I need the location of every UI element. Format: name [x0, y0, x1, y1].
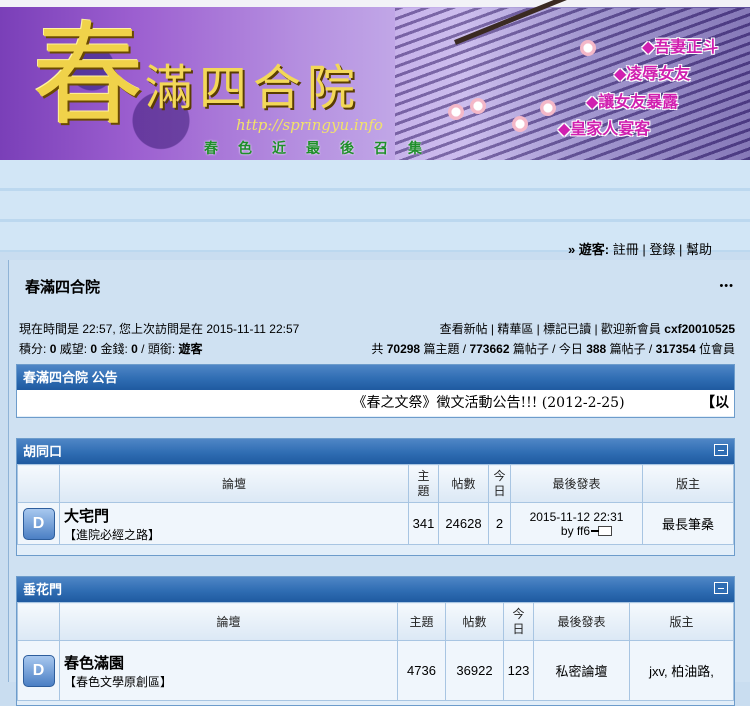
- banner-top-strip: [0, 0, 750, 7]
- forum-status-icon: D: [22, 507, 55, 540]
- main-content: 春滿四合院 ••• 現在時間是 22:57, 您上次訪問是在 2015-11-1…: [8, 260, 750, 706]
- section-header: 垂花門: [17, 577, 734, 602]
- announcement-header: 春滿四合院 公告: [17, 365, 734, 390]
- register-link[interactable]: 註冊: [613, 242, 639, 257]
- help-link[interactable]: 幫助: [686, 242, 712, 257]
- today-count: 388: [586, 342, 607, 356]
- column-mod: 版主: [642, 464, 734, 503]
- quick-links[interactable]: 查看新帖 | 精華區 | 標記已讀 | 歡迎新會員: [440, 322, 661, 336]
- announcement-next[interactable]: 【以: [701, 395, 729, 411]
- section-title[interactable]: 胡同口: [23, 444, 62, 459]
- icon-column-header: [17, 602, 60, 641]
- forum-section: 垂花門 論壇 主題 帖數 今日 最後發表 版主 D 春色滿園 【春色文學原創區】…: [16, 576, 735, 706]
- column-forum: 論壇: [59, 602, 398, 641]
- banner-link[interactable]: ◆吾妻正斗: [642, 33, 718, 57]
- column-topics: 主題: [408, 464, 439, 503]
- today-cell: 2: [488, 502, 511, 545]
- menu-dots-icon[interactable]: •••: [719, 280, 734, 292]
- goto-last-post-icon[interactable]: [591, 526, 613, 537]
- stats-prefix: 共: [371, 342, 384, 356]
- guest-label: » 遊客:: [567, 242, 610, 257]
- column-posts: 帖數: [445, 602, 504, 641]
- table-row: D 大宅門 【進院必經之路】 341 24628 2 2015-11-12 22…: [17, 502, 734, 545]
- threads-count: 70298: [386, 342, 421, 356]
- collapse-icon[interactable]: [714, 444, 728, 456]
- section-header: 胡同口: [17, 439, 734, 464]
- money-value: 0: [131, 342, 138, 356]
- page-title[interactable]: 春滿四合院: [25, 276, 100, 297]
- forum-desc: 【春色文學原創區】: [64, 674, 173, 689]
- collapse-icon[interactable]: [714, 582, 728, 594]
- rank-value: 遊客: [178, 342, 203, 356]
- banner-title-char: 春: [32, 11, 144, 141]
- announcement-date: (2012-2-25): [541, 395, 625, 411]
- points-value: 0: [49, 342, 57, 356]
- column-mod: 版主: [629, 602, 734, 641]
- banner-link[interactable]: ◆讓女友暴露: [586, 88, 678, 112]
- banner-title: 滿四合院: [145, 60, 362, 116]
- today-label: 篇帖子 /: [609, 342, 653, 356]
- last-post-author[interactable]: by ff6: [561, 524, 590, 538]
- banner-url: http://springyu.info: [236, 116, 383, 134]
- banner-link[interactable]: ◆凌辱女友: [614, 60, 690, 84]
- time-info: 現在時間是 22:57, 您上次訪問是在 2015-11-11 22:57: [19, 322, 300, 336]
- site-banner: 春 滿四合院 http://springyu.info 春色近最後召集 ◆吾妻正…: [0, 0, 750, 160]
- blossom: [470, 98, 486, 114]
- last-post-time[interactable]: 2015-11-12 22:31: [511, 510, 642, 524]
- prestige-value: 0: [90, 342, 98, 356]
- column-today: 今日: [488, 464, 511, 503]
- forum-icon-cell: D: [17, 502, 60, 545]
- moderator-cell[interactable]: jxv, 柏油路,: [629, 640, 734, 701]
- today-cell: 123: [503, 640, 534, 701]
- top-nav: » 遊客: 註冊 | 登錄 | 幫助: [567, 242, 712, 257]
- posts-count: 773662: [469, 342, 510, 356]
- banner-slogan: 春色近最後召集: [204, 140, 442, 156]
- blossom: [580, 40, 596, 56]
- moderator-cell[interactable]: 最長筆桑: [642, 502, 734, 545]
- time-info-row: 現在時間是 22:57, 您上次訪問是在 2015-11-11 22:57 查看…: [19, 320, 735, 338]
- forum-name[interactable]: 大宅門: [64, 505, 408, 526]
- new-member[interactable]: cxf20010525: [664, 322, 735, 336]
- prestige-label: 威望:: [59, 342, 88, 356]
- column-today: 今日: [503, 602, 534, 641]
- announcement-text[interactable]: 《春之文祭》徵文活動公告!!!: [352, 395, 537, 411]
- column-posts: 帖數: [438, 464, 489, 503]
- header-bands: [0, 160, 750, 252]
- user-stats-row: 積分: 0 威望: 0 金錢: 0 / 頭銜: 遊客 共 70298 篇主題 /…: [19, 340, 735, 358]
- column-last: 最後發表: [510, 464, 643, 503]
- members-count: 317354: [655, 342, 696, 356]
- topics-cell: 4736: [397, 640, 446, 701]
- table-row: D 春色滿園 【春色文學原創區】 4736 36922 123 私密論壇 jxv…: [17, 640, 734, 701]
- posts-label: 篇帖子 / 今日: [512, 342, 583, 356]
- money-label: 金錢:: [100, 342, 128, 356]
- points-label: 積分:: [19, 342, 47, 356]
- blossom: [448, 104, 464, 120]
- column-forum: 論壇: [59, 464, 409, 503]
- section-title[interactable]: 垂花門: [23, 582, 62, 597]
- last-post-cell: 2015-11-12 22:31 by ff6: [510, 502, 643, 545]
- board-stats: 共 70298 篇主題 / 773662 篇帖子 / 今日 388 篇帖子 / …: [371, 340, 735, 358]
- forum-table: 論壇 主題 帖數 今日 最後發表 版主 D 大宅門 【進院必經之路】 341 2…: [17, 464, 734, 545]
- posts-cell: 36922: [445, 640, 504, 701]
- blossom: [540, 100, 556, 116]
- rank-label: / 頭銜:: [141, 342, 176, 356]
- threads-label: 篇主題 /: [423, 342, 467, 356]
- posts-cell: 24628: [438, 502, 489, 545]
- announcement-panel: 春滿四合院 公告 《春之文祭》徵文活動公告!!! (2012-2-25) 【以: [16, 364, 735, 418]
- last-post-cell: 私密論壇: [533, 640, 630, 701]
- forum-table: 論壇 主題 帖數 今日 最後發表 版主 D 春色滿園 【春色文學原創區】 473…: [17, 602, 734, 701]
- blossom: [512, 116, 528, 132]
- announcement-bar: 《春之文祭》徵文活動公告!!! (2012-2-25) 【以: [17, 390, 734, 416]
- forum-desc: 【進院必經之路】: [64, 527, 161, 542]
- login-link[interactable]: 登錄: [649, 242, 675, 257]
- topics-cell: 341: [408, 502, 439, 545]
- icon-column-header: [17, 464, 60, 503]
- forum-name[interactable]: 春色滿園: [64, 652, 397, 673]
- members-label: 位會員: [698, 342, 735, 356]
- banner-link[interactable]: ◆皇家人宴客: [558, 115, 650, 139]
- forum-section: 胡同口 論壇 主題 帖數 今日 最後發表 版主 D 大宅門 【進院必經之路】 3…: [16, 438, 735, 556]
- forum-icon-cell: D: [17, 640, 60, 701]
- column-topics: 主題: [397, 602, 446, 641]
- column-last: 最後發表: [533, 602, 630, 641]
